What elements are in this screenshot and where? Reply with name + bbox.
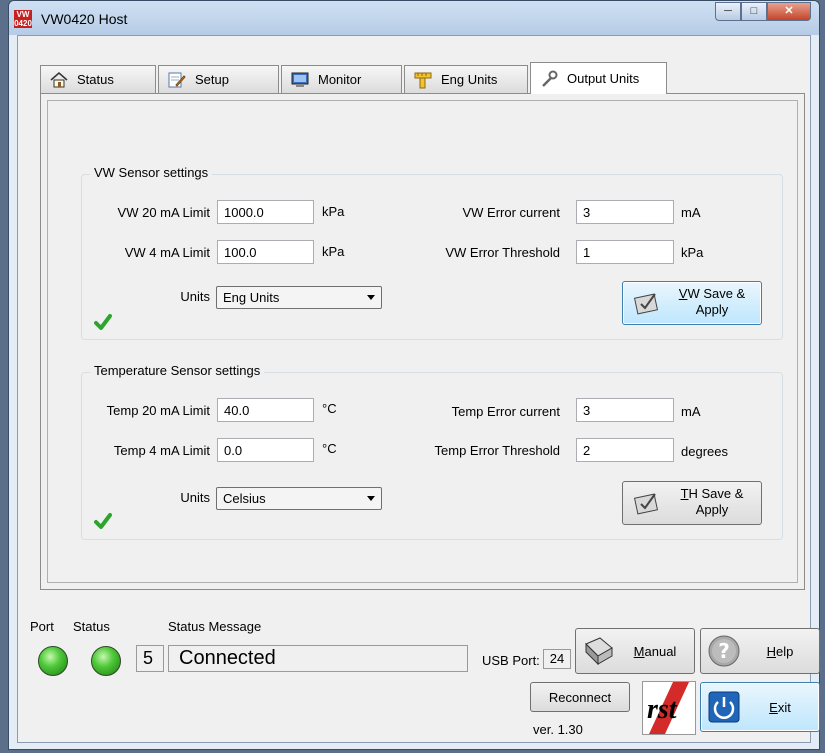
- vw-4ma-input[interactable]: [217, 240, 314, 264]
- vw-save-apply-label: VW Save & Apply: [678, 286, 746, 317]
- window-title: VW0420 Host: [41, 11, 128, 27]
- tab-strip: Status Setup Monitor Eng Units Output Un…: [40, 62, 669, 94]
- vw-error-threshold-unit: kPa: [681, 245, 704, 260]
- temp-error-current-label: Temp Error current: [451, 404, 560, 419]
- vw-units-select[interactable]: Eng Units: [216, 286, 382, 309]
- reconnect-button[interactable]: Reconnect: [530, 682, 630, 712]
- help-icon: ?: [708, 635, 740, 667]
- check-icon: [94, 314, 112, 330]
- close-button[interactable]: ✕: [767, 2, 811, 21]
- reconnect-label: Reconnect: [548, 689, 612, 705]
- chevron-down-icon: [367, 295, 375, 300]
- status-code: 5: [136, 645, 164, 672]
- check-icon: [94, 513, 112, 529]
- tab-status[interactable]: Status: [40, 65, 156, 93]
- maximize-button[interactable]: □: [741, 2, 767, 21]
- monitor-icon: [290, 71, 310, 89]
- manual-button[interactable]: Manual: [575, 628, 695, 674]
- vw-4ma-label: VW 4 mA Limit: [124, 245, 210, 260]
- vw-error-current-unit: mA: [681, 205, 701, 220]
- port-label: Port: [30, 619, 54, 634]
- vw-sensor-group: VW Sensor settings VW 20 mA Limit kPa VW…: [81, 165, 783, 340]
- status-led-icon: [91, 646, 121, 676]
- status-label: Status: [73, 619, 110, 634]
- temp-20ma-label: Temp 20 mA Limit: [106, 403, 210, 418]
- svg-text:?: ?: [718, 639, 730, 663]
- status-message: Connected: [168, 645, 468, 672]
- edit-icon: [167, 71, 187, 89]
- client-area: Status Setup Monitor Eng Units Output Un…: [17, 35, 820, 743]
- window-controls: ─ □ ✕: [715, 2, 811, 22]
- vw-error-current-input[interactable]: [576, 200, 674, 224]
- temp-units-value: Celsius: [223, 491, 266, 506]
- tab-monitor[interactable]: Monitor: [281, 65, 402, 93]
- temp-20ma-input[interactable]: [217, 398, 314, 422]
- help-button[interactable]: ? Help: [700, 628, 820, 674]
- temp-error-threshold-label: Temp Error Threshold: [434, 443, 560, 458]
- app-window: VW 0420 VW0420 Host ─ □ ✕ Status Setup M…: [8, 0, 820, 750]
- rst-logo: rst: [642, 681, 696, 735]
- usb-port-label: USB Port:: [482, 653, 540, 668]
- exit-button[interactable]: Exit: [700, 682, 820, 732]
- tab-setup[interactable]: Setup: [158, 65, 279, 93]
- vw-20ma-unit: kPa: [322, 204, 345, 219]
- title-bar[interactable]: VW 0420 VW0420 Host ─ □ ✕: [9, 1, 819, 35]
- vw-20ma-label: VW 20 mA Limit: [117, 205, 210, 220]
- tab-output-units-label: Output Units: [567, 71, 640, 86]
- temp-error-threshold-unit: degrees: [681, 444, 728, 459]
- temp-4ma-input[interactable]: [217, 438, 314, 462]
- vw-4ma-unit: kPa: [322, 244, 345, 259]
- temp-group-title: Temperature Sensor settings: [90, 363, 265, 378]
- vw-20ma-input[interactable]: [217, 200, 314, 224]
- vw-error-threshold-input[interactable]: [576, 240, 674, 264]
- temp-error-current-input[interactable]: [576, 398, 674, 422]
- temp-20ma-unit: °C: [322, 401, 337, 416]
- minimize-button[interactable]: ─: [715, 2, 741, 21]
- temp-sensor-group: Temperature Sensor settings Temp 20 mA L…: [81, 363, 783, 540]
- power-icon: [708, 691, 740, 723]
- vw-save-apply-button[interactable]: VW Save & Apply: [622, 281, 762, 325]
- help-label: Help: [766, 643, 794, 659]
- wrench-icon: [539, 70, 559, 88]
- rst-logo-text: rst: [647, 694, 677, 725]
- th-save-apply-label: TH Save & Apply: [680, 486, 744, 517]
- output-units-panel: VW Sensor settings VW 20 mA Limit kPa VW…: [40, 93, 805, 590]
- book-icon: [585, 637, 613, 666]
- vw-group-title: VW Sensor settings: [90, 165, 213, 180]
- save-apply-icon: [633, 293, 659, 315]
- th-save-apply-button[interactable]: TH Save & Apply: [622, 481, 762, 525]
- ruler-icon: [413, 71, 433, 89]
- version-label: ver. 1.30: [533, 722, 583, 737]
- temp-4ma-label: Temp 4 mA Limit: [113, 443, 210, 458]
- tab-output-units[interactable]: Output Units: [530, 62, 667, 94]
- home-icon: [49, 71, 69, 89]
- usb-port-value: 24: [543, 649, 571, 669]
- app-icon: VW 0420: [14, 10, 32, 28]
- port-led-icon: [38, 646, 68, 676]
- manual-label: Manual: [633, 643, 677, 659]
- temp-error-threshold-input[interactable]: [576, 438, 674, 462]
- vw-units-label: Units: [180, 289, 210, 304]
- temp-4ma-unit: °C: [322, 441, 337, 456]
- chevron-down-icon: [367, 496, 375, 501]
- temp-units-select[interactable]: Celsius: [216, 487, 382, 510]
- tab-setup-label: Setup: [195, 72, 229, 87]
- save-apply-icon: [633, 493, 659, 515]
- tab-status-label: Status: [77, 72, 114, 87]
- temp-error-current-unit: mA: [681, 404, 701, 419]
- vw-error-threshold-label: VW Error Threshold: [445, 245, 560, 260]
- status-message-label: Status Message: [168, 619, 262, 634]
- tab-eng-units[interactable]: Eng Units: [404, 65, 528, 93]
- vw-error-current-label: VW Error current: [462, 205, 560, 220]
- tab-eng-units-label: Eng Units: [441, 72, 498, 87]
- temp-units-label: Units: [180, 490, 210, 505]
- vw-units-value: Eng Units: [223, 290, 280, 305]
- tab-monitor-label: Monitor: [318, 72, 362, 87]
- exit-label: Exit: [769, 699, 791, 715]
